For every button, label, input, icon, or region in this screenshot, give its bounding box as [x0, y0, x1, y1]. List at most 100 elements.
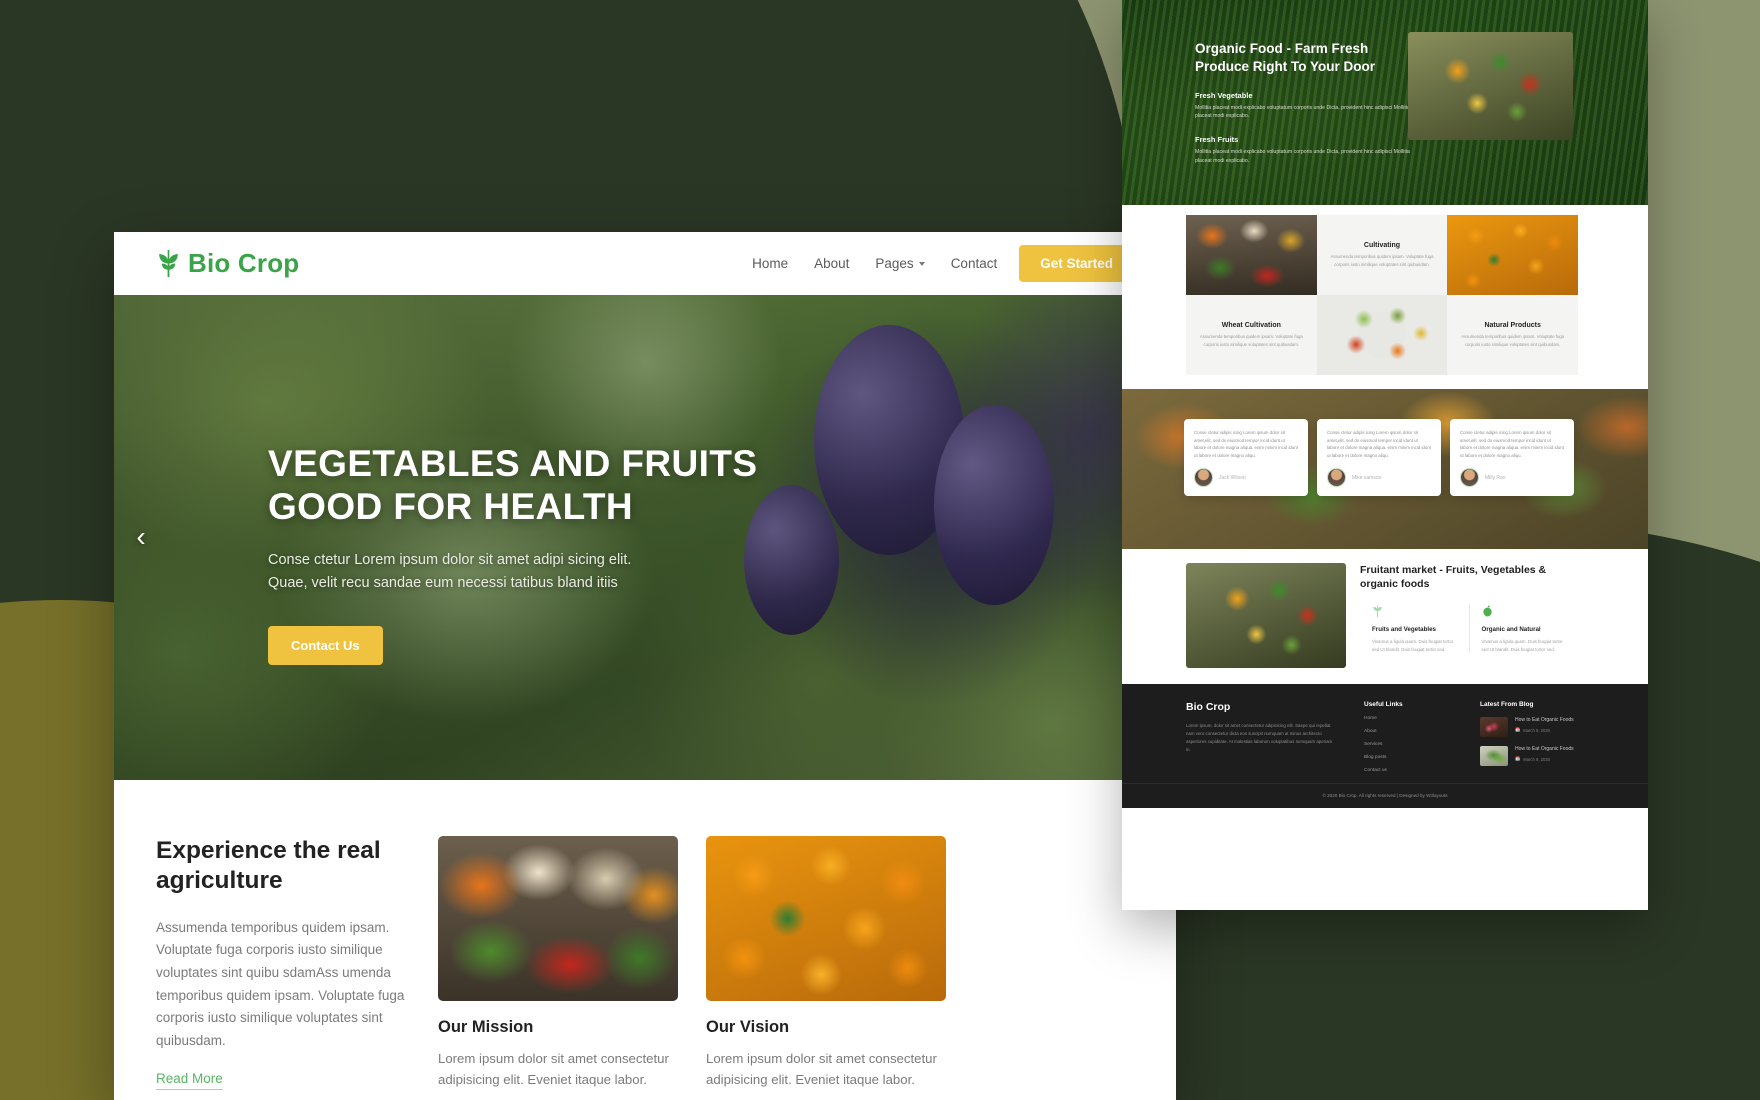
- footer-link-about[interactable]: About: [1364, 729, 1452, 734]
- preview-grid-cell-title: Natural Products: [1484, 322, 1541, 330]
- preview-grid-cell-natural-products: Natural Products Assumenda temporibus qu…: [1447, 295, 1578, 375]
- preview-grid-cell-title: Cultivating: [1363, 242, 1401, 250]
- testimonial-text: Conse ctetur adipis icing Lorem ipsum do…: [1327, 430, 1431, 458]
- feature-title: Fruits and Vegetables: [1372, 626, 1436, 634]
- preview-grid-cell-title: Wheat Cultivation: [1221, 322, 1281, 330]
- preview-grid-image-vegetable-stall: [1186, 215, 1317, 295]
- nav-item-home[interactable]: Home: [752, 256, 788, 271]
- hero-title: VEGETABLES AND FRUITS GOOD FOR HEALTH: [268, 443, 1056, 529]
- calendar-icon: 📅: [1515, 756, 1521, 761]
- navbar: Bio Crop Home About Pages Contact Get St…: [114, 232, 1176, 295]
- sprout-icon: [1372, 605, 1383, 619]
- mission-card: Our Mission Lorem ipsum dolor sit amet c…: [438, 836, 678, 1090]
- feature-organic-and-natural: Organic and Natural Vivamus a ligula qua…: [1468, 605, 1579, 654]
- footer-blog-item-body: How to Eat Organic Foods 📅 March 9, 2020: [1515, 717, 1574, 733]
- nav-item-pages-label: Pages: [875, 256, 914, 271]
- hero-title-line-1: VEGETABLES AND FRUITS: [268, 443, 758, 484]
- preview-testimonials-row: Conse ctetur adipis icing Lorem ipsum do…: [1184, 419, 1612, 497]
- nav-item-pages[interactable]: Pages: [875, 256, 925, 271]
- preview-footer: Bio Crop Lorem ipsum, dolor sit amet con…: [1122, 684, 1648, 783]
- footer-brand-name: Bio Crop: [1186, 701, 1231, 713]
- footer-blog-title: How to Eat Organic Foods: [1515, 717, 1574, 723]
- footer-blog-date: March 9, 2020: [1523, 756, 1550, 762]
- preview-market-image: [1186, 563, 1346, 668]
- testimonial-author: Jack Wilson: [1219, 474, 1246, 481]
- preview-grid: Cultivating Assumenda temporibus quidem …: [1186, 215, 1578, 375]
- brand-name: Bio Crop: [188, 248, 300, 278]
- preview-testimonials-section: Conse ctetur adipis icing Lorem ipsum do…: [1122, 389, 1648, 549]
- footer-blog-item-body: How to Eat Organic Foods 📅 March 9, 2020: [1515, 746, 1574, 762]
- preview-market-features: Fruits and Vegetables Vivamus a ligula q…: [1360, 605, 1579, 654]
- testimonial-footer: Jack Wilson: [1194, 468, 1298, 488]
- nav-item-about-label: About: [814, 256, 850, 271]
- footer-copyright: © 2020 Bio Crop. All rights reserved | D…: [1122, 783, 1648, 808]
- footer-link-home[interactable]: Home: [1364, 716, 1452, 721]
- hero-prev-button[interactable]: ‹: [128, 522, 154, 551]
- read-more-link[interactable]: Read More: [156, 1071, 223, 1090]
- testimonial-footer: Milly Rao: [1460, 468, 1564, 488]
- footer-blog-date-row: 📅 March 9, 2020: [1515, 727, 1574, 733]
- hero-slider: ‹ › VEGETABLES AND FRUITS GOOD FOR HEALT…: [114, 295, 1176, 780]
- preview-grid-image-salad-bowl: [1317, 295, 1448, 375]
- leaf-icon: [156, 250, 181, 277]
- testimonial-card: Conse ctetur adipis icing Lorem ipsum do…: [1184, 419, 1308, 497]
- footer-blog-thumbnail: [1480, 746, 1508, 766]
- preview-banner-item-text: Mollitia placeat modi explicabo voluptat…: [1195, 149, 1410, 164]
- preview-banner-section: Organic Food - Farm Fresh Produce Right …: [1122, 0, 1648, 205]
- contact-us-button[interactable]: Contact Us: [268, 625, 383, 665]
- hero-content: VEGETABLES AND FRUITS GOOD FOR HEALTH Co…: [268, 443, 1056, 665]
- preview-grid-cell-text: Assumenda temporibus quidem ipsam. Volup…: [1330, 254, 1434, 267]
- nav-item-about[interactable]: About: [814, 256, 849, 271]
- feature-fruits-and-vegetables: Fruits and Vegetables Vivamus a ligula q…: [1360, 605, 1469, 653]
- nav-item-home-label: Home: [752, 256, 789, 271]
- preview-grid-cell-cultivating: Cultivating Assumenda temporibus quidem …: [1316, 215, 1448, 295]
- experience-body: Assumenda temporibus quidem ipsam. Volup…: [156, 919, 405, 1049]
- nav-links: Home About Pages Contact: [752, 256, 997, 271]
- preview-grid-cell-text: Assumenda temporibus quidem ipsam. Volup…: [1461, 334, 1565, 347]
- footer-blog-thumbnail: [1480, 717, 1508, 737]
- hero-title-line-2: GOOD FOR HEALTH: [268, 485, 634, 527]
- preview-market-section: Fruitant market - Fruits, Vegetables & o…: [1122, 549, 1648, 684]
- preview-banner-image: [1408, 32, 1573, 140]
- page-preview-panel: Organic Food - Farm Fresh Produce Right …: [1122, 0, 1648, 910]
- nav-item-contact[interactable]: Contact: [951, 256, 998, 271]
- footer-brand-text: Lorem ipsum, dolor sit amet consectetur …: [1186, 723, 1333, 752]
- feature-title: Organic and Natural: [1481, 626, 1541, 634]
- experience-section: Experience the real agriculture Assumend…: [114, 780, 1176, 1090]
- preview-market-content: Fruitant market - Fruits, Vegetables & o…: [1360, 563, 1578, 668]
- testimonial-text: Conse ctetur adipis icing Lorem ipsum do…: [1460, 430, 1564, 458]
- testimonial-card: Conse ctetur adipis icing Lorem ipsum do…: [1450, 419, 1574, 497]
- footer-link-blog-posts[interactable]: Blog posts: [1364, 755, 1452, 760]
- experience-text-column: Experience the real agriculture Assumend…: [156, 836, 408, 1090]
- preview-grid-section: Cultivating Assumenda temporibus quidem …: [1122, 205, 1648, 389]
- desktop-website-mockup: Bio Crop Home About Pages Contact Get St…: [114, 232, 1176, 1100]
- brand-logo[interactable]: Bio Crop: [156, 248, 299, 279]
- preview-grid-cell-text: Assumenda temporibus quidem ipsam. Volup…: [1199, 334, 1303, 347]
- testimonial-author: Mike samson: [1352, 474, 1382, 481]
- nav-item-contact-label: Contact: [950, 256, 998, 271]
- mission-card-image: [438, 836, 678, 1001]
- avatar: [1460, 468, 1479, 488]
- footer-link-services[interactable]: Services: [1364, 742, 1452, 747]
- preview-grid-cell-wheat-cultivation: Wheat Cultivation Assumenda temporibus q…: [1186, 295, 1317, 375]
- footer-blog-title: How to Eat Organic Foods: [1515, 746, 1574, 752]
- preview-market-title: Fruitant market - Fruits, Vegetables & o…: [1360, 564, 1547, 591]
- testimonial-author: Milly Rao: [1485, 474, 1506, 481]
- chevron-down-icon: [918, 261, 925, 266]
- experience-title: Experience the real agriculture: [156, 837, 381, 895]
- testimonial-card: Conse ctetur adipis icing Lorem ipsum do…: [1317, 419, 1441, 497]
- preview-grid-image-tangerines: [1447, 215, 1578, 295]
- feature-text: Vivamus a ligula quam. Duis feugiat tort…: [1372, 639, 1454, 652]
- footer-blog-date-row: 📅 March 9, 2020: [1515, 756, 1574, 762]
- footer-blog-heading: Latest From Blog: [1480, 701, 1534, 708]
- footer-blog-date: March 9, 2020: [1523, 727, 1550, 733]
- mission-card-title: Our Mission: [438, 1018, 534, 1036]
- footer-link-contact-us[interactable]: Contact us: [1364, 768, 1452, 773]
- footer-blog-item[interactable]: How to Eat Organic Foods 📅 March 9, 2020: [1480, 746, 1578, 766]
- get-started-button[interactable]: Get Started: [1019, 245, 1134, 282]
- footer-links-heading: Useful Links: [1364, 701, 1403, 708]
- calendar-icon: 📅: [1515, 727, 1521, 732]
- vision-card: Our Vision Lorem ipsum dolor sit amet co…: [706, 836, 946, 1090]
- preview-banner-title: Organic Food - Farm Fresh Produce Right …: [1195, 41, 1375, 74]
- footer-blog-item[interactable]: How to Eat Organic Foods 📅 March 9, 2020: [1480, 717, 1578, 737]
